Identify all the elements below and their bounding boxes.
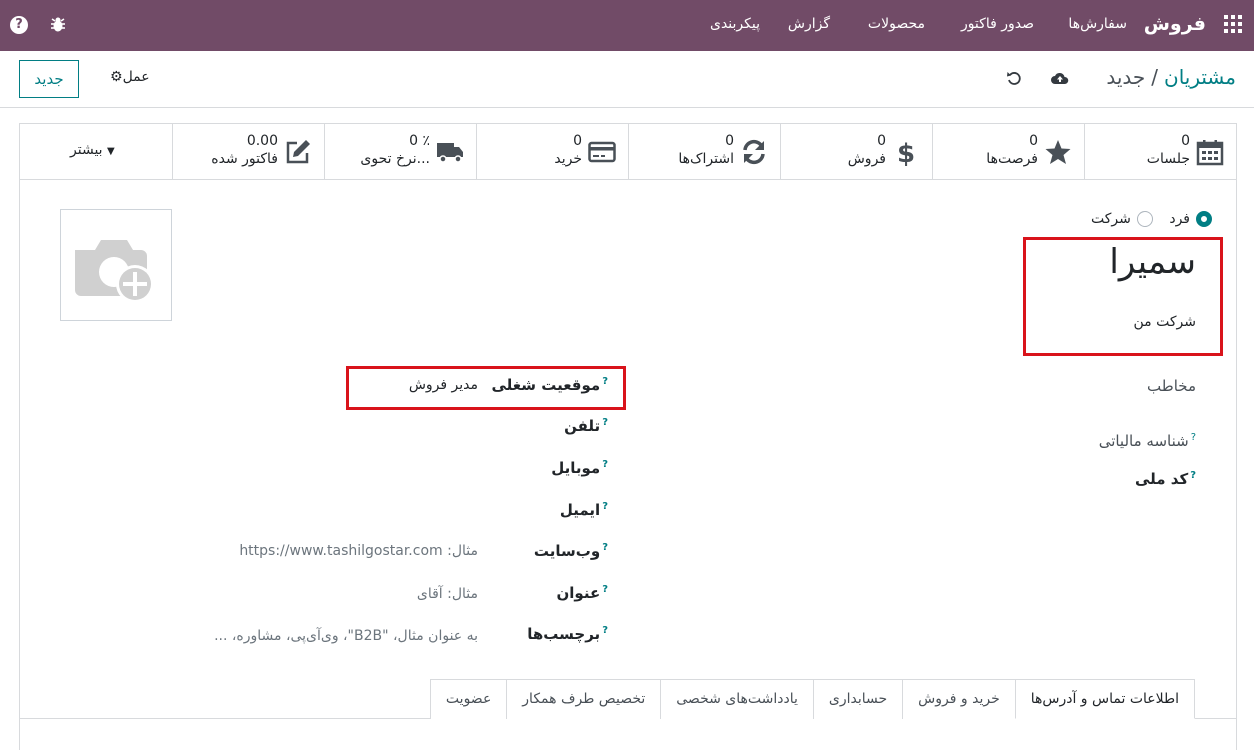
breadcrumb-customers-link[interactable]: مشتریان (1164, 65, 1236, 89)
menu-invoicing[interactable]: صدور فاکتور (961, 16, 1034, 32)
menu-products[interactable]: محصولات (868, 16, 925, 32)
help-tooltip-icon[interactable]: ? (602, 501, 608, 512)
stat-purchases-value: 0 (573, 133, 582, 149)
stat-opportunities-label: فرصت‌ها (986, 151, 1038, 167)
tab-internal-notes[interactable]: یادداشت‌های شخصی (660, 679, 814, 719)
breadcrumb-separator: / (1151, 65, 1159, 89)
website-label: وب‌سایت? (533, 542, 608, 560)
job-position-label: موقعیت شغلی? (491, 376, 608, 394)
stat-opportunities[interactable]: 0 فرصت‌ها (932, 124, 1084, 179)
stat-meetings-value: 0 (1181, 133, 1190, 149)
undo-icon[interactable] (1006, 70, 1022, 86)
stat-more-dropdown[interactable]: بیشتر ▼ (20, 124, 170, 179)
menu-reporting[interactable]: گزارش (788, 16, 830, 32)
action-label: عمل (122, 69, 150, 85)
company-type-selector: فرد شرکت (1079, 211, 1212, 227)
tags-label: برچسب‌ها? (527, 625, 608, 643)
stat-delivery-rate-value: 0 ٪ (409, 133, 430, 149)
stat-sales[interactable]: $ 0 فروش (780, 124, 932, 179)
star-icon (1045, 140, 1071, 164)
title-input[interactable]: مثال: آقای (417, 586, 478, 602)
dollar-icon: $ (897, 139, 915, 166)
bug-icon[interactable] (49, 16, 67, 34)
title-label: عنوان? (556, 584, 608, 602)
menu-orders[interactable]: سفارش‌ها (1068, 16, 1127, 32)
smart-buttons-bar: 0 جلسات 0 فرصت‌ها $ 0 فروش (20, 124, 1236, 180)
tax-id-label: شناسه مالیاتی? (1098, 432, 1196, 450)
stat-delivery-rate[interactable]: 0 ٪ نرخ تحوی... (324, 124, 476, 179)
help-tooltip-icon[interactable]: ? (1190, 470, 1196, 481)
stat-more-label: بیشتر ▼ (70, 142, 115, 158)
new-button[interactable]: جدید (19, 60, 79, 98)
help-icon[interactable]: ? (10, 16, 28, 34)
radio-company[interactable]: شرکت (1091, 211, 1153, 227)
radio-individual[interactable]: فرد (1169, 211, 1212, 227)
refresh-icon (743, 139, 765, 165)
help-tooltip-icon[interactable]: ? (1191, 432, 1196, 443)
stat-invoiced-value: 0.00 (246, 133, 278, 149)
help-tooltip-icon[interactable]: ? (602, 584, 608, 595)
help-tooltip-icon[interactable]: ? (602, 625, 608, 636)
phone-label: تلفن? (564, 417, 608, 435)
stat-sales-value: 0 (877, 133, 886, 149)
caret-down-icon: ▼ (107, 146, 115, 157)
stat-invoiced-label: فاکتور شده (211, 151, 278, 167)
help-tooltip-icon[interactable]: ? (602, 376, 608, 387)
app-brand[interactable]: فروش (1144, 13, 1206, 35)
parent-company-input[interactable]: شرکت من (1134, 314, 1196, 330)
tab-partner-assignment[interactable]: تخصیص طرف همکار (506, 679, 662, 719)
help-tooltip-icon[interactable]: ? (602, 417, 608, 428)
credit-card-icon (588, 141, 616, 163)
control-panel: مشتریان/جدید جدید ⚙عمل (0, 51, 1254, 108)
form-tabs: اطلاعات تماس و آدرس‌هاخرید و فروشحسابدار… (429, 679, 1195, 719)
breadcrumb: مشتریان/جدید (1106, 65, 1236, 89)
tab-contacts-addresses[interactable]: اطلاعات تماس و آدرس‌ها (1014, 679, 1195, 719)
stat-meetings[interactable]: 0 جلسات (1084, 124, 1236, 179)
stat-opportunities-value: 0 (1029, 133, 1038, 149)
svg-text:$: $ (897, 139, 915, 166)
radio-unchecked-icon (1136, 211, 1153, 227)
tab-accounting[interactable]: حسابداری (812, 679, 904, 719)
stat-subscriptions[interactable]: 0 اشتراک‌ها (628, 124, 780, 179)
stat-subscriptions-value: 0 (725, 133, 734, 149)
stat-purchases-label: خرید (554, 151, 582, 167)
stat-invoiced[interactable]: 0.00 فاکتور شده (172, 124, 324, 179)
stat-subscriptions-label: اشتراک‌ها (678, 151, 734, 167)
website-input[interactable]: مثال: https://www.tashilgostar.com (239, 543, 478, 559)
mobile-label: موبایل? (551, 459, 608, 477)
help-tooltip-icon[interactable]: ? (602, 459, 608, 470)
form-sheet: 0 جلسات 0 فرصت‌ها $ 0 فروش (19, 123, 1237, 750)
tab-membership[interactable]: عضویت (429, 679, 508, 719)
email-label: ایمیل? (559, 501, 608, 519)
cloud-upload-icon[interactable] (1051, 71, 1069, 87)
stat-purchases[interactable]: 0 خرید (476, 124, 628, 179)
menu-configuration[interactable]: پیکربندی (710, 16, 760, 32)
job-position-input[interactable]: مدیر فروش (409, 377, 478, 393)
calendar-icon (1196, 140, 1224, 166)
truck-icon (437, 143, 463, 163)
contact-label: مخاطب (1147, 377, 1196, 395)
camera-plus-icon (75, 240, 154, 303)
action-button[interactable]: ⚙عمل (110, 69, 150, 85)
national-code-label: کد ملی? (1134, 470, 1196, 488)
help-tooltip-icon[interactable]: ? (602, 542, 608, 553)
tab-sales-purchase[interactable]: خرید و فروش (902, 679, 1016, 719)
partner-name-input[interactable]: سمیرا (1109, 242, 1196, 282)
stat-sales-label: فروش (847, 151, 886, 167)
stat-delivery-rate-label: نرخ تحوی... (360, 151, 430, 167)
top-navbar: فروش سفارش‌ها صدور فاکتور محصولات گزارش … (0, 0, 1254, 51)
avatar-upload[interactable] (60, 209, 172, 321)
breadcrumb-current: جدید (1106, 65, 1146, 89)
tags-input[interactable]: به عنوان مثال، "B2B"، وی‌آی‌پی، مشاوره، … (214, 628, 478, 644)
apps-grid-icon[interactable] (1224, 15, 1242, 33)
gear-icon: ⚙ (110, 69, 123, 85)
edit-icon (286, 140, 310, 164)
stat-meetings-label: جلسات (1146, 151, 1190, 167)
radio-checked-icon (1196, 211, 1212, 227)
